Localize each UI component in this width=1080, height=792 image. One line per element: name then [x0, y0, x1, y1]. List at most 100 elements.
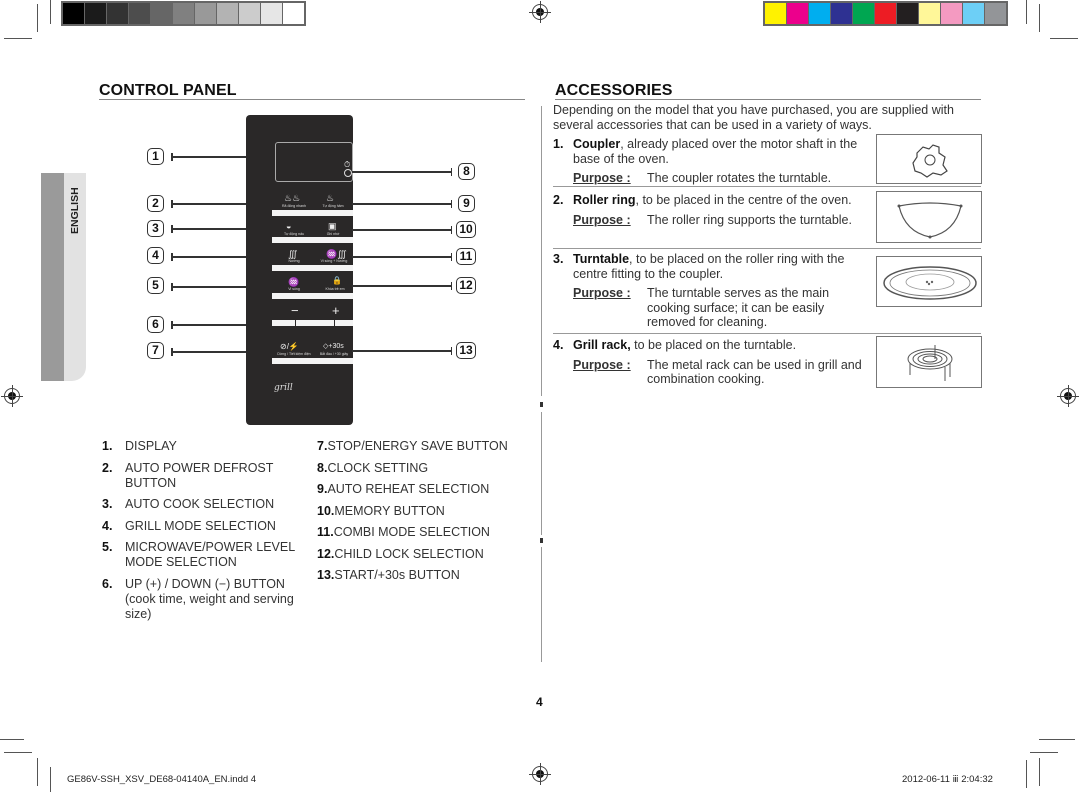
legend-item: 4. GRILL MODE SELECTION	[102, 518, 276, 533]
legend-item: 5. MICROWAVE/POWER LEVEL MODE SELECTION	[102, 540, 296, 569]
grill-rack-image	[876, 336, 982, 388]
roller-ring-image	[876, 191, 982, 243]
reheat-icon: ♨	[326, 193, 335, 203]
memory-icon: ▣	[328, 221, 337, 231]
reheat-label: Tự động hâm	[322, 204, 344, 208]
color-swatch	[765, 3, 786, 24]
footer-file-name: GE86V-SSH_XSV_DE68-04140A_EN.indd 4	[67, 774, 257, 785]
defrost-icon: ♨♨	[284, 193, 301, 203]
legend-item: 1. DISPLAY	[102, 439, 177, 453]
color-swatch	[919, 3, 940, 24]
registration-mark-icon	[1, 385, 23, 407]
color-swatch	[875, 3, 896, 24]
accessory-divider	[553, 186, 981, 187]
legend-item: 12. CHILD LOCK SELECTION	[317, 546, 484, 561]
cmyk-color-bar	[763, 1, 1008, 26]
crop-mark	[1026, 760, 1027, 788]
crop-mark	[1030, 752, 1058, 753]
crop-mark	[1039, 739, 1075, 740]
accessory-divider	[553, 248, 981, 249]
stop-label: Dừng / Tiết kiệm điện	[277, 352, 311, 356]
color-swatch	[107, 3, 128, 24]
color-swatch	[63, 3, 84, 24]
control-panel-title: CONTROL PANEL	[99, 82, 237, 99]
legend-item: 8. CLOCK SETTING	[317, 460, 429, 475]
purpose-label: Purpose :	[573, 212, 631, 227]
crop-mark	[1039, 758, 1040, 786]
page-number: 4	[536, 695, 543, 709]
callout-2: 2	[147, 195, 164, 212]
button-strip	[272, 293, 353, 299]
crop-mark	[4, 752, 32, 753]
crop-mark	[1039, 4, 1040, 32]
language-tab-label: ENGLISH	[69, 187, 81, 235]
legend-item: 11. COMBI MODE SELECTION	[317, 525, 490, 539]
up-icon: +	[332, 303, 340, 318]
microwave-label: Vi sóng	[288, 287, 300, 291]
grill-label: Nướng	[288, 259, 300, 263]
combi-label: Vi sóng + Nướng	[320, 259, 348, 263]
legend-item: 9. AUTO REHEAT SELECTION	[317, 482, 490, 496]
accessory-divider	[553, 333, 981, 334]
crop-mark	[1050, 38, 1078, 39]
callout-11: 11	[456, 248, 476, 265]
legend-item: 3. AUTO COOK SELECTION	[102, 497, 275, 511]
color-swatch	[85, 3, 106, 24]
accessories-intro: Depending on the model that you have pur…	[553, 103, 954, 132]
control-panel-legend-left: 1. DISPLAY 2. AUTO POWER DEFROST BUTTON 3.…	[102, 439, 312, 628]
leader-line-11	[352, 253, 452, 260]
language-tab: ENGLISH	[41, 173, 86, 381]
grayscale-color-bar	[61, 1, 306, 26]
legend-item: 7. STOP/ENERGY SAVE BUTTON	[317, 439, 508, 453]
color-swatch	[217, 3, 238, 24]
leader-line-9	[352, 200, 452, 207]
crop-mark	[0, 739, 24, 740]
leader-line-12	[352, 282, 452, 289]
crop-mark	[4, 38, 32, 39]
button-strip	[272, 210, 353, 216]
color-swatch	[831, 3, 852, 24]
button-strip	[272, 237, 353, 243]
legend-item: 6. UP (+) / DOWN (−) BUTTON (cook time, w…	[102, 576, 294, 621]
leader-line-10	[352, 226, 452, 233]
registration-mark-icon	[529, 1, 551, 23]
auto-cook-icon: ◒	[286, 221, 292, 231]
control-panel-title-rule	[99, 99, 525, 100]
color-swatch	[941, 3, 962, 24]
color-swatch	[963, 3, 984, 24]
down-icon: −	[291, 303, 299, 318]
color-swatch	[129, 3, 150, 24]
crop-mark	[50, 767, 51, 792]
callout-8: 8	[458, 163, 475, 180]
clock-button	[344, 169, 352, 177]
column-divider	[541, 412, 542, 535]
purpose-label: Purpose :	[573, 286, 631, 300]
footer-timestamp: 2012-06-11 ⅲ 2:04:32	[902, 774, 993, 785]
defrost-label: Rã đông nhanh	[282, 204, 306, 208]
color-swatch	[195, 3, 216, 24]
button-strip	[272, 358, 353, 364]
registration-mark-icon	[1057, 385, 1079, 407]
grill-brand-mark: grill	[274, 383, 293, 393]
callout-3: 3	[147, 220, 164, 237]
legend-item: 10. MEMORY BUTTON	[317, 503, 445, 518]
color-swatch	[853, 3, 874, 24]
crop-mark	[37, 758, 38, 786]
color-swatch	[239, 3, 260, 24]
start-icon: ◇+30s	[323, 343, 344, 350]
color-swatch	[809, 3, 830, 24]
color-swatch	[283, 3, 304, 24]
callout-4: 4	[147, 247, 164, 264]
leader-line-13	[352, 347, 452, 354]
crop-mark	[37, 4, 38, 32]
accessories-title: ACCESSORIES	[555, 82, 673, 99]
auto-cook-label: Tự động nấu	[283, 232, 305, 236]
accessories-title-rule	[555, 99, 981, 100]
display-window	[275, 142, 353, 182]
crop-mark	[1026, 0, 1027, 24]
child-lock-label: Khóa trẻ em	[325, 287, 345, 291]
crop-mark	[50, 0, 51, 24]
color-swatch	[897, 3, 918, 24]
registration-mark-icon	[529, 763, 551, 785]
start-label: Bắt đầu / +30 giây	[319, 352, 349, 356]
